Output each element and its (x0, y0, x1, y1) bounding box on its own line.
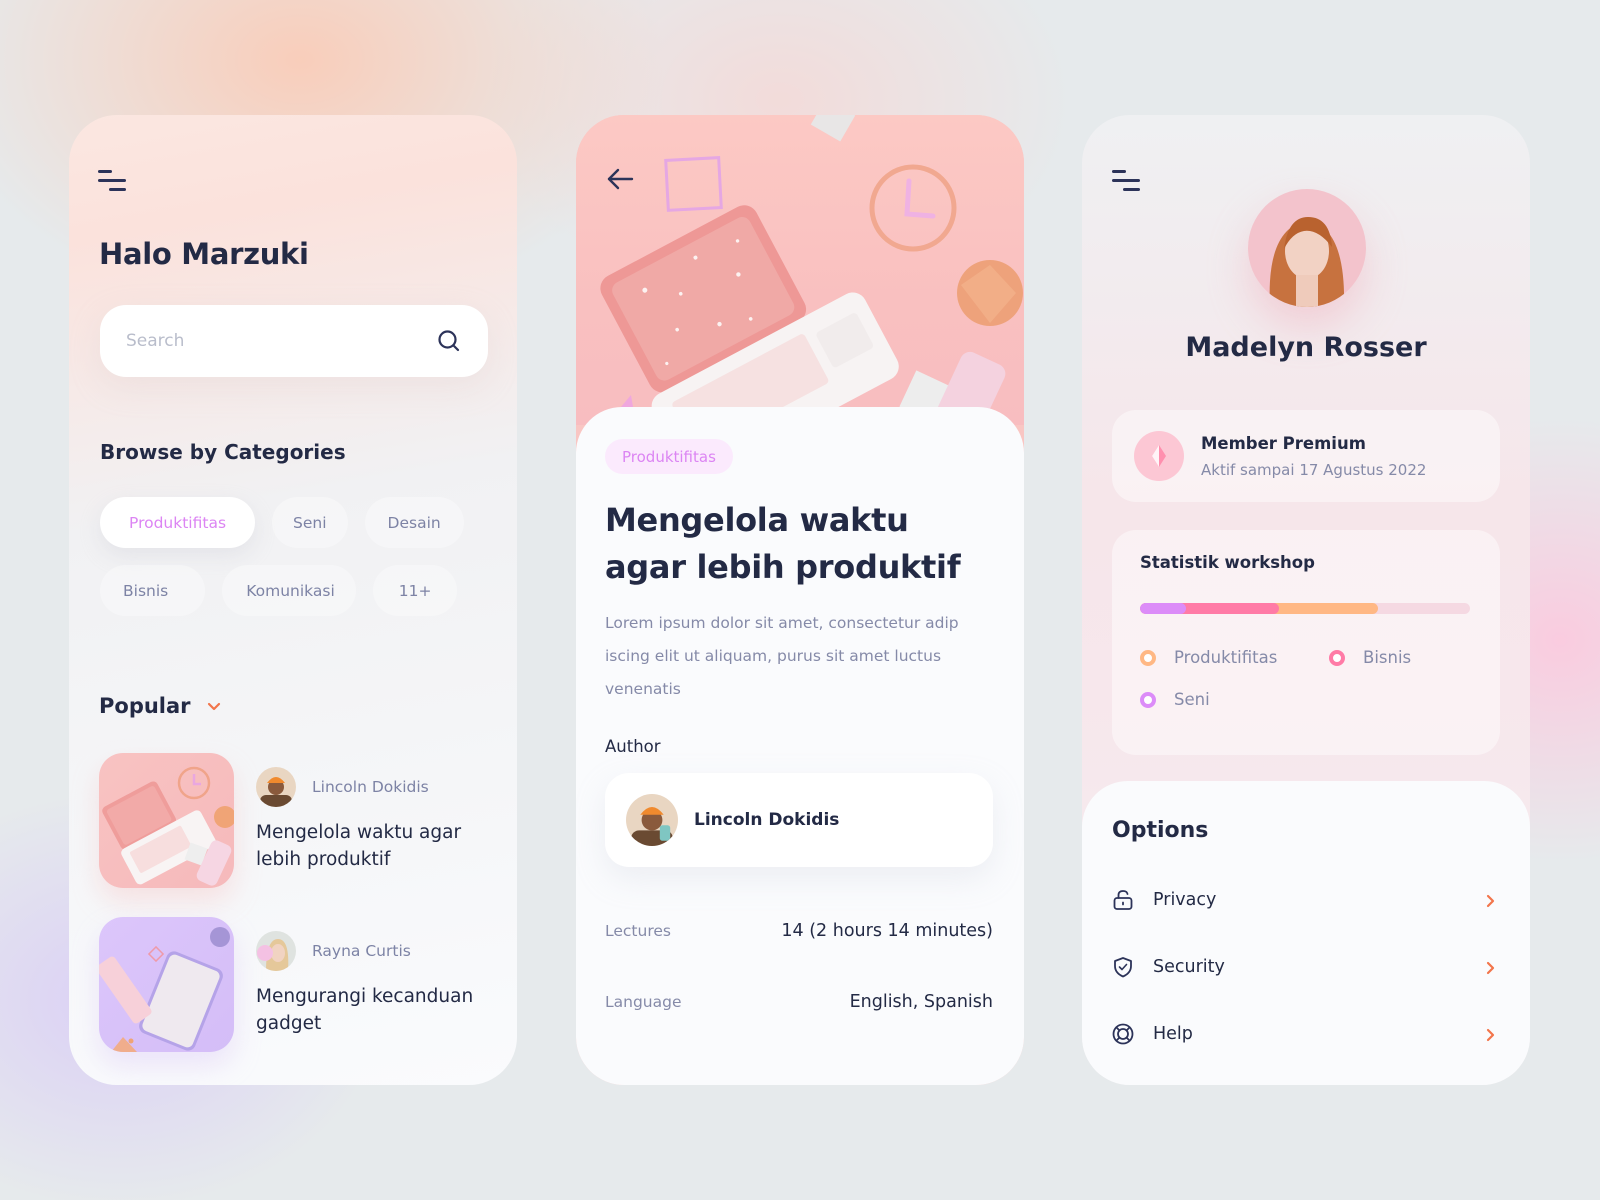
back-arrow-icon[interactable] (606, 168, 634, 190)
legend-dot (1329, 649, 1345, 666)
legend-label: Bisnis (1363, 648, 1412, 667)
category-chip-desain[interactable]: Desain (364, 497, 464, 548)
author-avatar (626, 794, 678, 846)
author-name: Rayna Curtis (312, 942, 411, 960)
category-chip-bisnis[interactable]: Bisnis (100, 565, 206, 616)
course-title: Mengelola waktu agar lebih produktif (605, 501, 961, 586)
category-chip-more[interactable]: 11+ (372, 565, 458, 616)
course-detail-sheet: Produktifitas Mengelola waktu agar lebih… (576, 407, 1024, 1085)
author-label: Author (605, 737, 661, 756)
membership-card[interactable]: Member Premium Aktif sampai 17 Agustus 2… (1112, 410, 1500, 502)
legend-item-seni: Seni (1140, 690, 1329, 709)
option-help[interactable]: Help (1112, 1014, 1496, 1054)
lectures-row: Lectures 14 (2 hours 14 minutes) (605, 921, 993, 941)
profile-avatar[interactable] (1248, 189, 1366, 307)
author-card[interactable]: Lincoln Dokidis (605, 773, 993, 867)
membership-expiry: Aktif sampai 17 Agustus 2022 (1201, 460, 1427, 479)
popular-dropdown[interactable]: Popular (99, 694, 221, 718)
language-label: Language (605, 993, 682, 1011)
option-label: Help (1153, 1024, 1193, 1044)
language-row: Language English, Spanish (605, 992, 993, 1012)
course-title: Mengurangi kecanduan gadget (256, 986, 474, 1034)
language-value: English, Spanish (849, 992, 993, 1012)
greeting-title: Halo Marzuki (99, 237, 309, 271)
course-detail-screen: Produktifitas Mengelola waktu agar lebih… (576, 115, 1024, 1085)
popular-list: Lincoln Dokidis Mengelola waktu agar leb… (99, 753, 486, 1081)
category-chip-produktifitas[interactable]: Produktifitas (100, 497, 256, 548)
stats-title: Statistik workshop (1140, 553, 1315, 572)
option-privacy[interactable]: Privacy (1112, 880, 1496, 920)
category-chips: Produktifitas Seni Desain Bisnis Komunik… (100, 497, 490, 616)
option-security[interactable]: Security (1112, 947, 1496, 987)
shield-check-icon (1112, 956, 1134, 978)
option-label: Security (1153, 957, 1225, 977)
popular-title: Popular (99, 694, 191, 718)
profile-screen: Madelyn Rosser Member Premium Aktif samp… (1082, 115, 1530, 1085)
legend-label: Seni (1174, 690, 1210, 709)
legend-dot (1140, 649, 1156, 666)
option-label: Privacy (1153, 890, 1217, 910)
categories-title: Browse by Categories (100, 440, 346, 464)
popular-item[interactable]: Rayna Curtis Mengurangi kecanduan gadget (99, 917, 486, 1053)
diamond-icon (1134, 431, 1184, 481)
menu-icon[interactable] (1112, 170, 1142, 194)
menu-icon[interactable] (98, 170, 128, 194)
legend-dot (1140, 691, 1156, 708)
search-icon[interactable] (436, 328, 462, 354)
course-title: Mengelola waktu agar lebih produktif (256, 822, 462, 870)
search-input[interactable] (126, 331, 436, 351)
options-panel: Options Privacy Security Help (1082, 781, 1530, 1085)
stats-legend: Produktifitas Bisnis Seni (1140, 648, 1480, 709)
author-name: Lincoln Dokidis (694, 810, 840, 830)
chevron-right-icon (1486, 960, 1496, 975)
chevron-right-icon (1486, 893, 1496, 908)
stats-bar-segment-seni (1140, 603, 1187, 614)
legend-label: Produktifitas (1174, 648, 1278, 667)
lectures-value: 14 (2 hours 14 minutes) (781, 921, 993, 941)
chevron-right-icon (1486, 1027, 1496, 1042)
search-bar (100, 305, 488, 377)
category-chip-seni[interactable]: Seni (272, 497, 348, 548)
author-name: Lincoln Dokidis (312, 778, 429, 796)
options-title: Options (1112, 818, 1209, 843)
legend-item-produktifitas: Produktifitas (1140, 648, 1329, 667)
workshop-stats-card: Statistik workshop Produktifitas Bisnis … (1112, 530, 1500, 755)
chevron-down-icon (207, 697, 221, 716)
course-thumbnail-laptop (99, 753, 234, 888)
stats-progress-bar (1140, 603, 1470, 614)
lock-icon (1112, 889, 1134, 911)
author-avatar (256, 931, 296, 971)
course-hero-illustration (576, 115, 1024, 481)
course-thumbnail-phone (99, 917, 234, 1052)
membership-title: Member Premium (1201, 433, 1366, 453)
home-screen: Halo Marzuki Browse by Categories Produk… (69, 115, 517, 1085)
popular-item[interactable]: Lincoln Dokidis Mengelola waktu agar leb… (99, 753, 486, 889)
profile-name: Madelyn Rosser (1185, 332, 1427, 363)
author-avatar (256, 767, 296, 807)
lectures-label: Lectures (605, 922, 671, 940)
legend-item-bisnis: Bisnis (1329, 648, 1479, 667)
category-chip-komunikasi[interactable]: Komunikasi (222, 565, 356, 616)
lifebuoy-icon (1112, 1023, 1134, 1045)
course-description: Lorem ipsum dolor sit amet, consectetur … (605, 614, 959, 698)
category-tag: Produktifitas (605, 439, 733, 474)
